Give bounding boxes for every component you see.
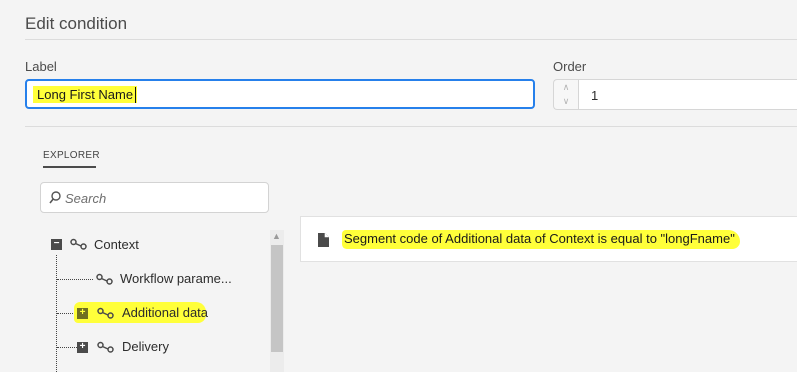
chevron-down-icon[interactable]: ∨	[554, 96, 578, 107]
order-caption: Order	[553, 59, 587, 74]
label-input[interactable]: Long First Name	[25, 79, 535, 109]
tree-item-delivery[interactable]: Delivery	[122, 339, 169, 354]
order-stepper[interactable]: ∧ ∨	[553, 79, 578, 110]
condition-card[interactable]: Segment code of Additional data of Conte…	[300, 216, 797, 262]
tab-explorer-underline	[43, 166, 96, 168]
scroll-up-icon[interactable]: ▲	[272, 231, 281, 241]
chevron-up-icon[interactable]: ∧	[554, 82, 578, 93]
link-node-icon	[70, 238, 87, 250]
search-icon	[49, 191, 61, 204]
tree-connector	[57, 347, 77, 348]
scrollbar-thumb[interactable]	[271, 245, 283, 352]
search-box[interactable]	[40, 182, 269, 213]
order-input-value: 1	[591, 88, 599, 103]
document-icon	[318, 233, 329, 247]
tree-item-additional-data[interactable]: Additional data	[122, 305, 208, 320]
label-caption: Label	[25, 59, 57, 74]
expand-toggle[interactable]: +	[77, 342, 88, 353]
condition-text: Segment code of Additional data of Conte…	[342, 230, 740, 249]
tree-connector	[57, 279, 93, 280]
tab-explorer[interactable]: EXPLORER	[43, 150, 100, 161]
order-input[interactable]: 1	[578, 79, 797, 110]
link-node-icon	[97, 307, 114, 319]
link-node-icon	[97, 341, 114, 353]
tree-scrollbar[interactable]: ▲	[270, 230, 284, 372]
tree-item-workflow-parameters[interactable]: Workflow parame...	[120, 271, 232, 286]
dialog-title: Edit condition	[25, 14, 128, 33]
expand-toggle[interactable]: +	[77, 308, 88, 319]
tree-item-context[interactable]: Context	[94, 237, 139, 252]
collapse-toggle[interactable]: −	[51, 239, 62, 250]
section-divider	[25, 126, 797, 127]
text-caret	[135, 87, 136, 103]
link-node-icon	[96, 273, 113, 285]
search-input[interactable]	[63, 188, 262, 208]
title-divider	[25, 39, 797, 40]
label-input-value: Long First Name	[33, 86, 138, 103]
